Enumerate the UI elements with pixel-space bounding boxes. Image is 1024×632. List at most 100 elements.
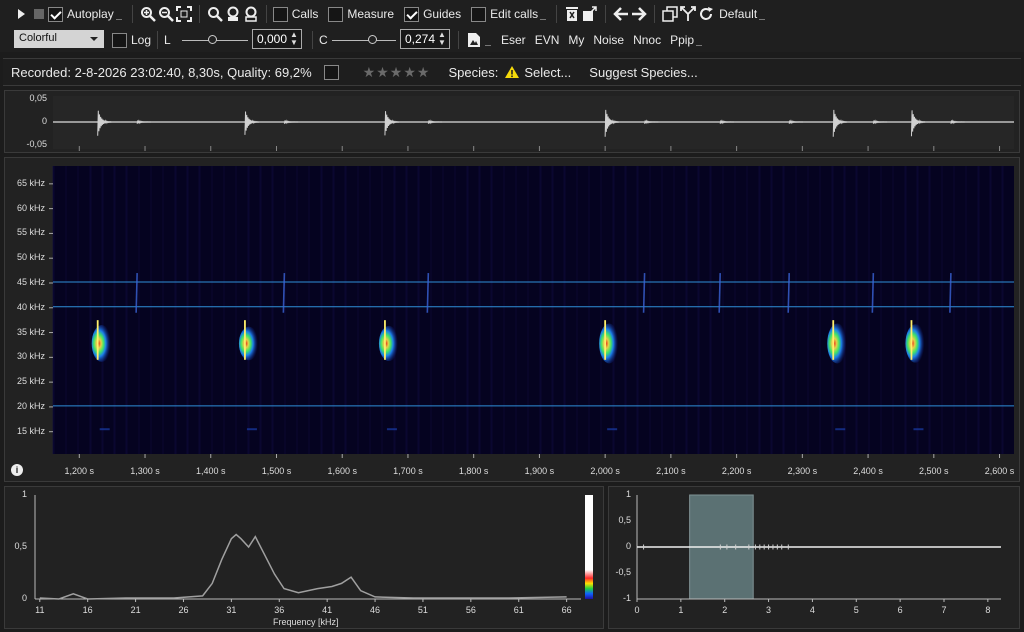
- zoom-selection-icon[interactable]: [206, 5, 224, 23]
- delete-icon[interactable]: [563, 5, 581, 23]
- spectrogram-x-tick: 1,200 s: [64, 466, 95, 476]
- divider: [605, 5, 607, 23]
- spectrogram-x-tick: 1,700 s: [393, 466, 423, 476]
- star-icon[interactable]: ★: [376, 64, 389, 81]
- weak-call: [718, 273, 721, 313]
- spectrogram-x-tick: 1,900 s: [524, 466, 555, 476]
- call-blob[interactable]: [91, 325, 112, 362]
- calls-checkbox[interactable]: [272, 6, 288, 22]
- measure-checkbox[interactable]: [328, 6, 344, 22]
- power-spectrum-panel[interactable]: 1 0,5 0 11 16 21 26 31 36 41 46 51 56 61 66 Frequency…: [4, 486, 604, 629]
- zoom-time-icon[interactable]: [224, 5, 242, 23]
- weak-call: [949, 273, 952, 313]
- recording-info: Recorded: 2-8-2026 23:02:40, 8,30s, Qual…: [11, 64, 312, 80]
- copy-icon[interactable]: [661, 5, 679, 23]
- star-rating[interactable]: ★ ★ ★ ★ ★: [363, 64, 431, 81]
- star-icon[interactable]: ★: [417, 64, 430, 81]
- ps-x-tick: 56: [465, 605, 476, 615]
- overflow-caret: [759, 18, 766, 22]
- pp-y-tick: 1: [625, 489, 631, 499]
- filter-my[interactable]: My: [568, 33, 584, 47]
- l-slider-knob[interactable]: [208, 35, 217, 44]
- autoplay-checkbox[interactable]: [48, 6, 63, 22]
- spectrogram-y-tick: 30 kHz: [16, 351, 45, 362]
- spectrogram-x-tick: 1,800 s: [458, 466, 489, 476]
- edit-calls-checkbox[interactable]: [471, 6, 487, 22]
- image-settings-icon[interactable]: [465, 31, 483, 49]
- ps-x-tick: 16: [82, 605, 93, 615]
- mark-checkbox[interactable]: [323, 64, 339, 80]
- spectrogram-y-tick: 50 kHz: [16, 252, 45, 263]
- species-label: Species:: [448, 64, 499, 80]
- power-spectrum-xlabel: Frequency [kHz]: [273, 617, 339, 627]
- waveform-panel[interactable]: 0,05 0 -0,05: [4, 90, 1020, 153]
- l-spinner[interactable]: ▲ ▼: [290, 31, 298, 47]
- pp-x-tick: 3: [766, 605, 772, 615]
- divider: [312, 31, 313, 49]
- weak-call: [426, 273, 430, 313]
- spectrogram-x-tick: 2,200 s: [721, 466, 752, 476]
- c-slider[interactable]: [332, 40, 396, 41]
- filter-eser[interactable]: Eser: [501, 33, 526, 47]
- call-blob[interactable]: [827, 323, 848, 364]
- waveform-y-tick: 0: [41, 116, 47, 126]
- pulse-panel[interactable]: 1 0,5 0 -0,5 -1 0 1 2 3 4 5 6 7 8: [608, 486, 1020, 629]
- filter-nnoc[interactable]: Nnoc: [633, 33, 661, 47]
- log-checkbox[interactable]: [112, 32, 127, 48]
- divider: [131, 5, 133, 23]
- ps-y-tick: 1: [21, 489, 27, 499]
- filter-evn[interactable]: EVN: [535, 33, 560, 47]
- weak-call: [871, 273, 875, 313]
- star-icon[interactable]: ★: [390, 64, 403, 81]
- refresh-icon[interactable]: [697, 5, 715, 23]
- waveform-y-tick: 0,05: [29, 93, 47, 103]
- filter-noise[interactable]: Noise: [593, 33, 624, 47]
- call-blob[interactable]: [378, 325, 399, 362]
- c-spinner[interactable]: ▲ ▼: [438, 31, 446, 47]
- guides-checkbox[interactable]: [404, 6, 420, 22]
- ps-y-tick: 0,5: [14, 541, 27, 551]
- spectrogram-x-tick: 1,300 s: [130, 466, 160, 476]
- call-blob[interactable]: [238, 326, 259, 361]
- fit-view-icon[interactable]: [175, 5, 193, 23]
- spectrogram-x-tick: 2,400 s: [853, 466, 883, 476]
- c-slider-knob[interactable]: [368, 35, 377, 44]
- spectrogram-panel[interactable]: 65 kHz 60 kHz 55 kHz 50 kHz 45 kHz 40 kHz 35 k…: [4, 157, 1020, 482]
- default-label[interactable]: Default: [719, 7, 757, 21]
- zoom-frequency-icon[interactable]: [242, 5, 260, 23]
- zoom-in-icon[interactable]: [139, 5, 157, 23]
- spectrogram-plot[interactable]: [5, 158, 1019, 481]
- filter-ppip[interactable]: Ppip: [670, 33, 694, 47]
- pp-x-tick: 1: [678, 605, 684, 615]
- spectrogram-y-tick: 40 kHz: [16, 301, 45, 312]
- colormap-select[interactable]: Colorful: [14, 30, 104, 48]
- star-icon[interactable]: ★: [363, 64, 376, 81]
- spectrogram-y-tick: 55 kHz: [16, 227, 45, 238]
- pp-y-tick: -0,5: [615, 567, 631, 577]
- spectrogram-x-tick: 2,600 s: [984, 466, 1015, 476]
- play-icon[interactable]: [12, 5, 30, 23]
- autoplay-label: Autoplay: [67, 7, 114, 21]
- species-select[interactable]: Select...: [524, 65, 571, 80]
- star-icon[interactable]: ★: [403, 64, 416, 81]
- spectrogram-y-tick: 15 kHz: [16, 425, 45, 436]
- split-icon[interactable]: [679, 5, 697, 23]
- pp-x-tick: 8: [985, 605, 991, 615]
- recording-info-bar: Recorded: 2-8-2026 23:02:40, 8,30s, Qual…: [3, 58, 1021, 86]
- suggest-species-button[interactable]: Suggest Species...: [589, 65, 697, 80]
- stop-icon[interactable]: [30, 5, 48, 23]
- previous-icon[interactable]: [612, 5, 630, 23]
- next-icon[interactable]: [630, 5, 648, 23]
- warning-icon: [504, 65, 520, 79]
- c-label: C: [319, 33, 328, 47]
- export-icon[interactable]: [581, 5, 599, 23]
- call-blob[interactable]: [905, 324, 926, 363]
- ps-x-tick: 36: [274, 605, 285, 615]
- info-icon[interactable]: i: [11, 464, 23, 476]
- overflow-caret: [485, 44, 491, 48]
- ps-x-tick: 41: [322, 605, 333, 615]
- call-blob[interactable]: [599, 323, 620, 364]
- zoom-out-icon[interactable]: [157, 5, 175, 23]
- waveform-plot[interactable]: [5, 91, 1019, 152]
- spectrogram-x-tick: 2,100 s: [656, 466, 686, 476]
